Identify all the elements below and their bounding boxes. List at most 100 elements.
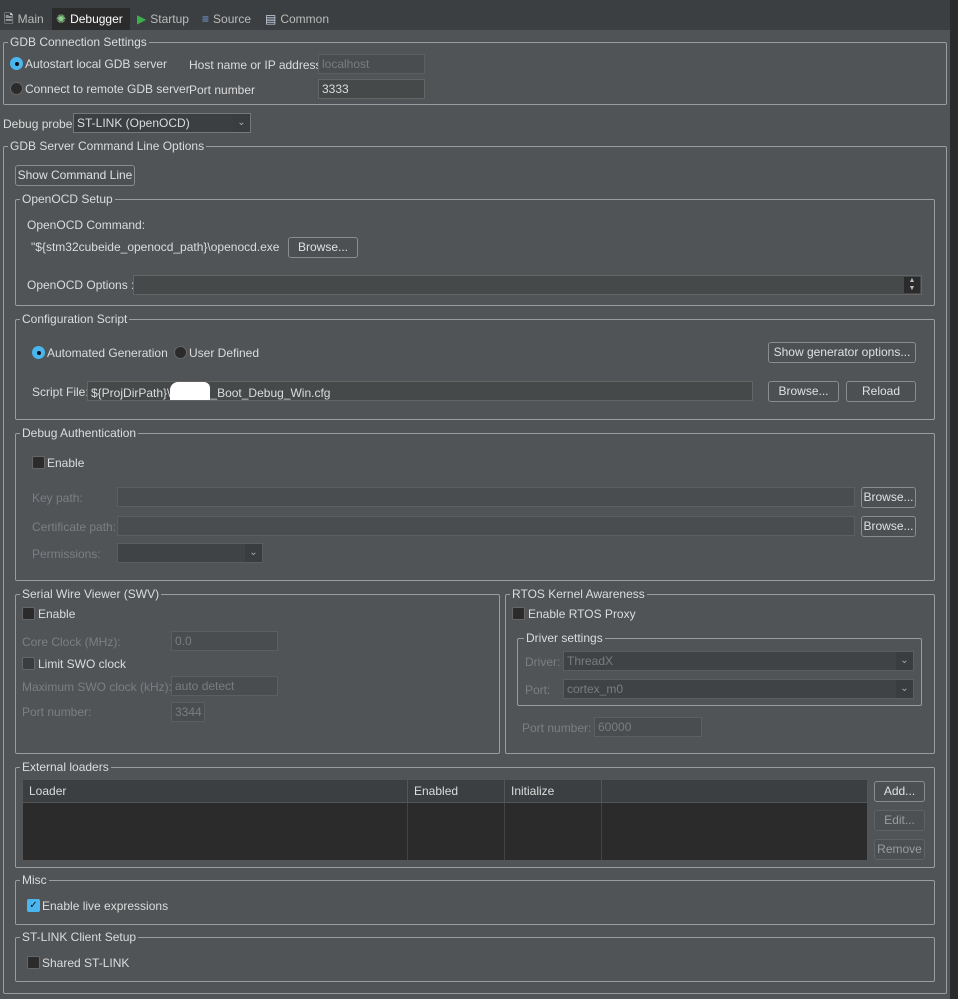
group-title: ST-LINK Client Setup (20, 930, 139, 944)
remote-label: Connect to remote GDB server (25, 82, 190, 96)
port-label: Port number (189, 83, 256, 97)
key-browse-button[interactable]: Browse... (861, 487, 916, 508)
live-expressions-label: Enable live expressions (42, 899, 169, 913)
column-initialize[interactable]: Initialize (505, 780, 602, 803)
auth-enable-checkbox[interactable] (32, 456, 45, 469)
certificate-path-input[interactable] (117, 516, 855, 536)
remove-loader-button[interactable]: Remove (874, 839, 925, 860)
top-strip (0, 0, 958, 8)
script-browse-button[interactable]: Browse... (768, 381, 839, 402)
openocd-options-input[interactable]: ▲ ▼ (133, 275, 922, 295)
remote-radio[interactable] (10, 82, 23, 95)
column-divider (601, 803, 602, 860)
play-icon: ▶ (137, 12, 147, 26)
cert-browse-button[interactable]: Browse... (861, 516, 916, 537)
automated-generation-radio[interactable] (32, 346, 45, 359)
tab-source[interactable]: ≡ Source (198, 8, 255, 30)
swv-group (15, 594, 500, 754)
group-title: Misc (20, 873, 49, 887)
group-title: Configuration Script (20, 312, 130, 326)
group-title: OpenOCD Setup (20, 192, 115, 206)
loaders-table: Loader Enabled Initialize (22, 779, 868, 861)
redaction-mark (170, 382, 211, 400)
group-title: Debug Authentication (20, 426, 139, 440)
group-title: GDB Connection Settings (8, 35, 149, 49)
key-path-label: Key path: (32, 491, 83, 505)
table-icon: ▤ (265, 12, 277, 26)
reload-button[interactable]: Reload (846, 381, 916, 402)
user-defined-radio[interactable] (174, 346, 187, 359)
openocd-options-label: OpenOCD Options : (27, 278, 135, 292)
live-expressions-checkbox[interactable]: ✓ (27, 899, 40, 912)
swv-port-label: Port number: (22, 705, 92, 719)
rtos-port-label: Port: (525, 683, 551, 697)
debug-probe-select[interactable]: ST-LINK (OpenOCD) ⌄ (73, 113, 251, 133)
chevron-down-icon: ⌄ (245, 544, 262, 562)
openocd-browse-button[interactable]: Browse... (288, 237, 358, 258)
swv-enable-checkbox[interactable] (22, 607, 35, 620)
driver-label: Driver: (525, 655, 561, 669)
script-file-label: Script File: (32, 385, 89, 399)
bug-icon: ✺ (56, 12, 67, 26)
rtos-port-number-label: Port number: (522, 721, 592, 735)
edit-loader-button[interactable]: Edit... (874, 810, 925, 831)
limit-swo-label: Limit SWO clock (38, 657, 127, 671)
host-label: Host name or IP address (189, 58, 322, 72)
certificate-path-label: Certificate path: (32, 520, 117, 534)
automated-generation-label: Automated Generation (47, 346, 168, 360)
group-title: Driver settings (524, 631, 605, 645)
scroll-edge (950, 0, 958, 999)
autostart-label: Autostart local GDB server (25, 57, 168, 71)
chevron-down-icon: ⌄ (233, 114, 250, 132)
core-clock-input[interactable]: 0.0 (171, 631, 278, 651)
rtos-enable-label: Enable RTOS Proxy (528, 607, 636, 621)
script-file-input[interactable]: ${ProjDirPath}\ _Boot_Debug_Win.cfg (87, 381, 753, 401)
source-icon: ≡ (202, 12, 210, 26)
openocd-command-input[interactable]: "${stm32cubeide_openocd_path}\openocd.ex… (27, 237, 281, 257)
spinner-icon[interactable]: ▲ ▼ (904, 277, 920, 293)
permissions-label: Permissions: (32, 547, 101, 561)
swv-port-input[interactable]: 3344 (171, 702, 205, 722)
driver-select[interactable]: ThreadX ⌄ (563, 651, 914, 671)
shared-stlink-label: Shared ST-LINK (42, 956, 130, 970)
stlink-client-group (15, 937, 935, 982)
column-extra (602, 780, 867, 803)
key-path-input[interactable] (117, 487, 855, 507)
rtos-port-select[interactable]: cortex_m0 ⌄ (563, 679, 914, 699)
user-defined-label: User Defined (189, 346, 260, 360)
group-title: RTOS Kernel Awareness (510, 587, 647, 601)
add-loader-button[interactable]: Add... (874, 781, 925, 802)
limit-swo-checkbox[interactable] (22, 657, 35, 670)
shared-stlink-checkbox[interactable] (27, 956, 40, 969)
group-title: Serial Wire Viewer (SWV) (20, 587, 162, 601)
core-clock-label: Core Clock (MHz): (22, 635, 121, 649)
autostart-radio[interactable] (10, 57, 23, 70)
chevron-down-icon: ⌄ (896, 652, 913, 670)
max-swo-label: Maximum SWO clock (kHz): (22, 680, 172, 694)
column-divider (504, 803, 505, 860)
group-title: External loaders (20, 760, 111, 774)
port-input[interactable]: 3333 (318, 79, 425, 99)
tab-debugger[interactable]: ✺ Debugger (52, 8, 130, 30)
rtos-enable-checkbox[interactable] (512, 607, 525, 620)
max-swo-input[interactable]: auto detect (171, 676, 278, 696)
debug-probe-label: Debug probe (3, 117, 73, 131)
show-generator-options-button[interactable]: Show generator options... (768, 342, 916, 363)
tab-startup[interactable]: ▶ Startup (133, 8, 193, 30)
tab-main[interactable]: 🗎 Main (0, 8, 48, 30)
group-title: GDB Server Command Line Options (8, 139, 207, 153)
permissions-select[interactable]: ⌄ (117, 543, 263, 563)
host-input[interactable]: localhost (318, 54, 425, 74)
column-enabled[interactable]: Enabled (408, 780, 505, 803)
tab-common[interactable]: ▤ Common (261, 8, 333, 30)
column-divider (407, 803, 408, 860)
swv-enable-label: Enable (38, 607, 76, 621)
auth-enable-label: Enable (47, 456, 85, 470)
rtos-port-number-input[interactable]: 60000 (594, 717, 702, 737)
configuration-script-group (15, 319, 935, 420)
openocd-command-label: OpenOCD Command: (27, 218, 146, 232)
column-loader[interactable]: Loader (23, 780, 408, 803)
chevron-down-icon: ⌄ (896, 680, 913, 698)
document-icon: 🗎 (4, 12, 14, 26)
show-command-line-button[interactable]: Show Command Line (15, 165, 135, 186)
